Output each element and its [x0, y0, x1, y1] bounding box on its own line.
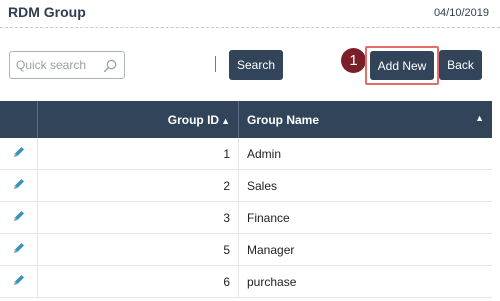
search-button[interactable]: Search [229, 50, 283, 80]
back-button[interactable]: Back [439, 50, 482, 80]
pencil-icon[interactable] [12, 241, 26, 255]
header-date: 04/10/2019 [433, 7, 489, 19]
add-new-highlight [365, 46, 439, 85]
quick-search-box [9, 51, 125, 79]
group-id-header-label: Group ID [167, 112, 220, 127]
edit-column-header [0, 101, 38, 138]
group-id-cell: 1 [37, 138, 239, 170]
table-row: 3 Finance [0, 201, 492, 234]
group-name-cell: Manager [238, 233, 492, 266]
sort-icon[interactable]: ▲︎ [221, 116, 230, 126]
pencil-icon[interactable] [12, 209, 26, 223]
table-row: 1 Admin [0, 138, 492, 170]
quick-search-input[interactable] [16, 53, 102, 77]
group-id-cell: 6 [37, 265, 239, 298]
table-row: 5 Manager [0, 233, 492, 266]
page-title: RDM Group [8, 4, 86, 20]
group-name-cell: Admin [238, 138, 492, 170]
edit-cell [0, 169, 38, 202]
group-id-column-header[interactable]: Group ID ▲︎ [37, 101, 239, 138]
group-table: Group ID ▲︎ Group Name ▲︎ 1 Admin 2 Sales [0, 101, 492, 298]
table-row: 6 purchase [0, 265, 492, 298]
group-id-cell: 5 [37, 233, 239, 266]
group-id-cell: 2 [37, 169, 239, 202]
pencil-icon[interactable] [12, 273, 26, 287]
group-name-header-label: Group Name [247, 112, 320, 127]
step-badge: 1 [341, 48, 366, 73]
table-header-row: Group ID ▲︎ Group Name ▲︎ [0, 101, 492, 138]
pencil-icon[interactable] [12, 177, 26, 191]
page-header: RDM Group 04/10/2019 [0, 0, 500, 28]
pencil-icon[interactable] [12, 145, 26, 159]
group-name-cell: Sales [238, 169, 492, 202]
table-row: 2 Sales [0, 169, 492, 202]
group-name-column-header[interactable]: Group Name ▲︎ [238, 101, 492, 138]
edit-cell [0, 138, 38, 170]
edit-cell [0, 233, 38, 266]
edit-cell [0, 265, 38, 298]
sort-icon[interactable]: ▲︎ [475, 113, 484, 123]
group-name-cell: purchase [238, 265, 492, 298]
group-id-cell: 3 [37, 201, 239, 234]
search-icon[interactable] [102, 58, 118, 74]
edit-cell [0, 201, 38, 234]
group-name-cell: Finance [238, 201, 492, 234]
toolbar-divider [215, 56, 216, 72]
